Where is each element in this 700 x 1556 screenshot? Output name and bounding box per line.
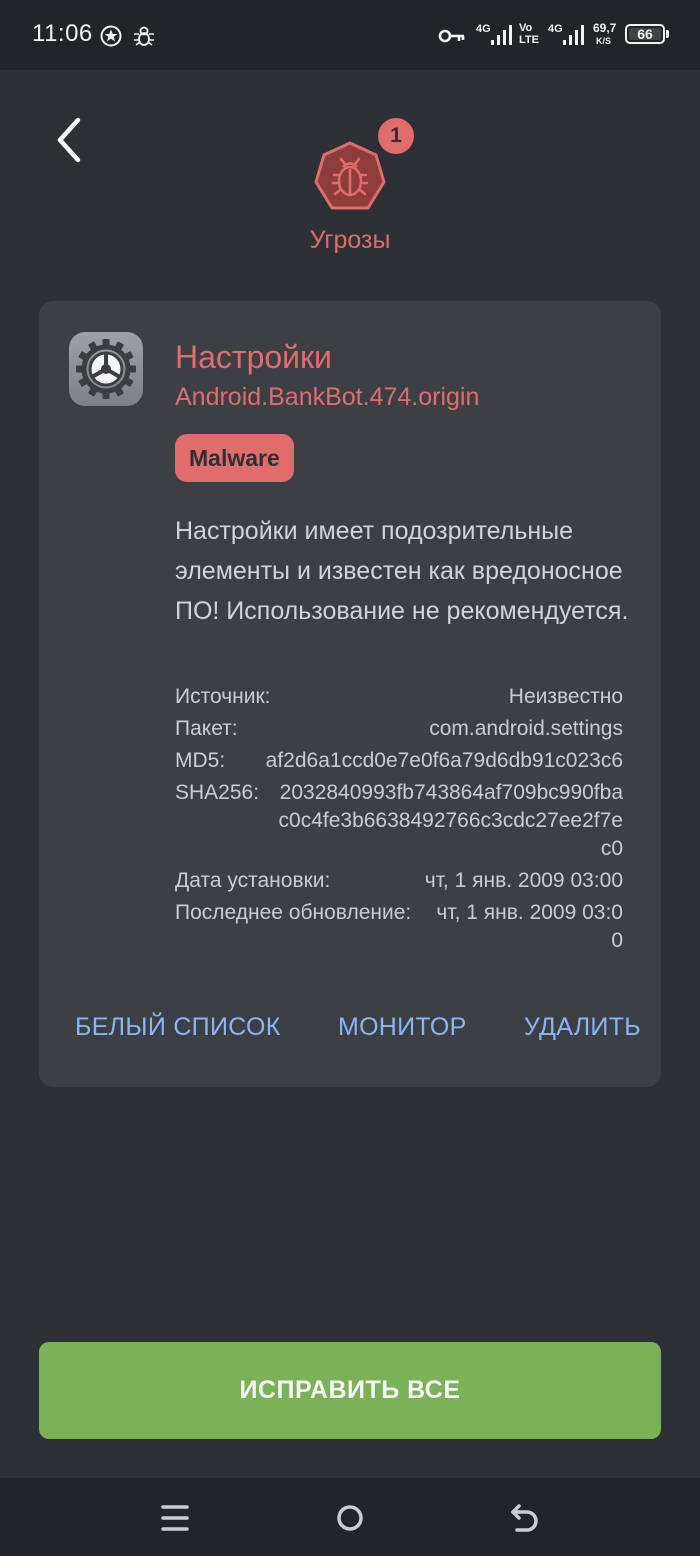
monitor-button[interactable]: МОНИТОР bbox=[338, 1013, 467, 1042]
detail-label: Источник: bbox=[175, 685, 271, 708]
navigation-bar bbox=[0, 1478, 700, 1556]
threat-actions: БЕЛЫЙ СПИСОК МОНИТОР УДАЛИТЬ bbox=[75, 1013, 641, 1042]
network-type-1: 4G bbox=[476, 23, 491, 35]
detail-label: Пакет: bbox=[175, 717, 238, 740]
detail-value: af2d6a1ccd0e7e0f6a79d6db91c023c6 bbox=[265, 749, 623, 772]
settings-app-icon bbox=[69, 332, 143, 406]
detail-value: Неизвестно bbox=[508, 685, 623, 708]
detail-row-sha256: SHA256: 2032840993fb743864af709bc990fbac… bbox=[175, 779, 623, 863]
battery-level: 66 bbox=[637, 26, 653, 42]
home-icon[interactable] bbox=[330, 1498, 370, 1538]
detail-label: SHA256: bbox=[175, 781, 260, 804]
detail-row-install-date: Дата установки: чт, 1 янв. 2009 03:00 bbox=[175, 867, 623, 895]
detail-value: 2032840993fb743864af709bc990fbac0c4fe3b6… bbox=[278, 781, 623, 860]
network-type-2: 4G bbox=[548, 23, 563, 35]
threat-details: Источник: Неизвестно Пакет: com.android.… bbox=[175, 683, 623, 959]
signal-icon bbox=[563, 25, 584, 45]
detail-label: Дата установки: bbox=[175, 869, 331, 892]
threat-name: Android.BankBot.474.origin bbox=[175, 383, 480, 411]
status-bar: 11:06 4G Vo LTE 4G 69,7 K/S 66 bbox=[0, 0, 700, 70]
back-arrow-icon[interactable] bbox=[48, 112, 96, 168]
bug-notification-icon bbox=[134, 26, 154, 46]
threat-card: Настройки Android.BankBot.474.origin Mal… bbox=[39, 301, 661, 1087]
detail-value: чт, 1 янв. 2009 03:00 bbox=[436, 901, 623, 952]
battery-tip bbox=[666, 30, 669, 38]
delete-button[interactable]: УДАЛИТЬ bbox=[524, 1013, 641, 1042]
detail-row-package: Пакет: com.android.settings bbox=[175, 715, 623, 743]
detail-label: MD5: bbox=[175, 749, 226, 772]
vpn-key-icon bbox=[438, 29, 465, 43]
detail-value: чт, 1 янв. 2009 03:00 bbox=[424, 869, 623, 892]
network-speed-unit: K/S bbox=[596, 36, 612, 46]
volte-label-top: Vo bbox=[519, 22, 533, 34]
detail-value: com.android.settings bbox=[429, 717, 623, 740]
fix-all-button[interactable]: ИСПРАВИТЬ ВСЕ bbox=[39, 1342, 661, 1439]
threat-description: Настройки имеет подозрительные элементы … bbox=[175, 517, 629, 625]
battery-icon: 66 bbox=[625, 24, 665, 44]
malware-badge: Malware bbox=[175, 434, 294, 482]
detail-row-source: Источник: Неизвестно bbox=[175, 683, 623, 711]
menu-icon[interactable] bbox=[155, 1498, 195, 1538]
volte-label-bottom: LTE bbox=[519, 34, 539, 46]
app-name: Настройки bbox=[175, 339, 332, 375]
detail-row-last-update: Последнее обновление: чт, 1 янв. 2009 03… bbox=[175, 899, 623, 955]
threat-count-badge: 1 bbox=[378, 118, 414, 154]
detail-row-md5: MD5: af2d6a1ccd0e7e0f6a79d6db91c023c6 bbox=[175, 747, 623, 775]
status-time: 11:06 bbox=[32, 20, 93, 47]
gear-icon bbox=[76, 339, 136, 399]
detail-label: Последнее обновление: bbox=[175, 901, 412, 924]
signal-icon bbox=[491, 25, 512, 45]
back-icon[interactable] bbox=[505, 1498, 545, 1538]
bug-octagon-icon bbox=[314, 141, 386, 210]
whitelist-button[interactable]: БЕЛЫЙ СПИСОК bbox=[75, 1013, 281, 1042]
network-speed-value: 69,7 bbox=[593, 21, 617, 35]
page-title: Угрозы bbox=[309, 226, 391, 254]
star-circle-icon bbox=[100, 25, 122, 47]
